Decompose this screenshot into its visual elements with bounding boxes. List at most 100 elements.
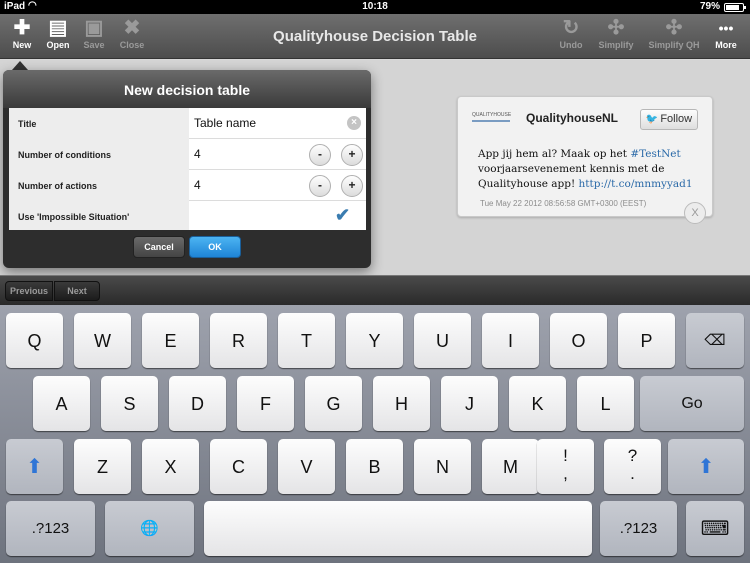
key-y[interactable]: Y (346, 313, 403, 368)
undo-button[interactable]: ↻ Undo (549, 14, 593, 59)
simplify-label: Simplify (598, 40, 634, 50)
undo-icon: ↻ (562, 17, 580, 39)
tweet-account: QualityhouseNL (526, 111, 619, 125)
save-label: Save (83, 40, 105, 50)
simplify-qh-label: Simplify QH (648, 40, 700, 50)
conditions-value[interactable]: 4 (194, 139, 201, 170)
key-i[interactable]: I (482, 313, 539, 368)
new-label: New (12, 40, 32, 50)
close-icon: ✖ (123, 17, 141, 39)
shift-icon: ⬆ (26, 456, 43, 478)
simplify-icon: ✣ (607, 17, 625, 39)
tweet-text: App jij hem al? Maak op het #TestNet voo… (478, 147, 708, 192)
dialog-footer: Cancel OK (3, 230, 371, 268)
actions-plus-button[interactable]: + (341, 175, 363, 197)
question-char: ? (627, 446, 638, 465)
shift-icon: ⬆ (697, 456, 715, 478)
simplify-button[interactable]: ✣ Simplify (594, 14, 638, 59)
ok-button[interactable]: OK (189, 236, 241, 258)
actions-minus-button[interactable]: - (309, 175, 331, 197)
hashtag-link[interactable]: #TestNet (630, 148, 680, 160)
backspace-key[interactable]: ⌫ (686, 313, 744, 368)
hide-keyboard-key[interactable]: ⌨ (686, 501, 744, 556)
key-e[interactable]: E (142, 313, 199, 368)
close-label: Close (119, 40, 145, 50)
checkmark-icon: ✔ (335, 205, 351, 225)
key-d[interactable]: D (169, 376, 226, 431)
shift-left-key[interactable]: ⬆ (6, 439, 63, 494)
simplify-qh-icon: ✣ (665, 17, 683, 39)
next-button[interactable]: Next (54, 281, 100, 301)
globe-key[interactable]: 🌐 (105, 501, 194, 556)
key-f[interactable]: F (237, 376, 294, 431)
clear-icon[interactable]: × (347, 116, 361, 130)
title-label: Title (9, 108, 189, 139)
numbers-key-left[interactable]: .?123 (6, 501, 95, 556)
key-w[interactable]: W (74, 313, 131, 368)
conditions-plus-button[interactable]: + (341, 144, 363, 166)
on-screen-keyboard: Q W E R T Y U I O P ⌫ A S D F G H J K L … (0, 305, 750, 563)
key-v[interactable]: V (278, 439, 335, 494)
actions-row: Number of actions 4 - + (9, 170, 366, 201)
go-key[interactable]: Go (640, 376, 744, 431)
dialog-form: Title Table name × Number of conditions … (9, 108, 366, 230)
page-title: Qualityhouse Decision Table (273, 28, 477, 45)
actions-value[interactable]: 4 (194, 170, 201, 201)
period-char: . (630, 464, 635, 483)
key-u[interactable]: U (414, 313, 471, 368)
impossible-situation-label: Use 'Impossible Situation' (9, 201, 189, 230)
key-o[interactable]: O (550, 313, 607, 368)
conditions-row: Number of conditions 4 - + (9, 139, 366, 170)
conditions-label: Number of conditions (9, 139, 189, 170)
key-h[interactable]: H (373, 376, 430, 431)
tweet-card: QUALITYHOUSE QualityhouseNL 🐦 Follow App … (457, 96, 713, 217)
dialog-title: New decision table (3, 70, 371, 108)
space-key[interactable] (204, 501, 592, 556)
follow-button[interactable]: 🐦 Follow (640, 109, 698, 130)
logo-text: QUALITYHOUSE (472, 112, 512, 118)
key-g[interactable]: G (305, 376, 362, 431)
key-p[interactable]: P (618, 313, 675, 368)
impossible-situation-row[interactable]: Use 'Impossible Situation' ✔ (9, 201, 366, 230)
cancel-button[interactable]: Cancel (133, 236, 185, 258)
key-q[interactable]: Q (6, 313, 63, 368)
numbers-key-right[interactable]: .?123 (600, 501, 677, 556)
key-k[interactable]: K (509, 376, 566, 431)
title-row: Title Table name × (9, 108, 366, 139)
key-r[interactable]: R (210, 313, 267, 368)
key-l[interactable]: L (577, 376, 634, 431)
key-a[interactable]: A (33, 376, 90, 431)
tweet-date: Tue May 22 2012 08:56:58 GMT+0300 (EEST) (480, 199, 647, 208)
qualityhouse-logo: QUALITYHOUSE (472, 112, 512, 126)
key-z[interactable]: Z (74, 439, 131, 494)
comma-char: , (563, 464, 568, 483)
key-s[interactable]: S (101, 376, 158, 431)
question-period-key[interactable]: ? . (604, 439, 661, 494)
exclaim-comma-key[interactable]: ! , (537, 439, 594, 494)
simplify-qh-button[interactable]: ✣ Simplify QH (645, 14, 703, 59)
undo-label: Undo (559, 40, 583, 50)
shift-right-key[interactable]: ⬆ (668, 439, 744, 494)
key-m[interactable]: M (482, 439, 539, 494)
main-toolbar: ✚ New ▤ Open ▣ Save ✖ Close Qualityhouse… (0, 14, 750, 59)
close-button[interactable]: ✖ Close (110, 14, 154, 59)
key-x[interactable]: X (142, 439, 199, 494)
tweet-link[interactable]: http://t.co/mnmyyad1 (579, 178, 693, 190)
key-t[interactable]: T (278, 313, 335, 368)
conditions-minus-button[interactable]: - (309, 144, 331, 166)
globe-icon: 🌐 (140, 520, 159, 537)
key-c[interactable]: C (210, 439, 267, 494)
clock: 10:18 (362, 1, 388, 12)
actions-label: Number of actions (9, 170, 189, 201)
hide-keyboard-icon: ⌨ (700, 518, 730, 540)
title-input[interactable]: Table name (194, 108, 256, 139)
key-j[interactable]: J (441, 376, 498, 431)
key-b[interactable]: B (346, 439, 403, 494)
more-icon: ••• (718, 20, 734, 36)
input-accessory-bar: Previous Next (0, 275, 750, 305)
previous-button[interactable]: Previous (5, 281, 53, 301)
key-n[interactable]: N (414, 439, 471, 494)
tweet-close-button[interactable]: X (684, 202, 706, 224)
backspace-icon: ⌫ (704, 332, 726, 349)
more-button[interactable]: ••• More (704, 14, 748, 59)
